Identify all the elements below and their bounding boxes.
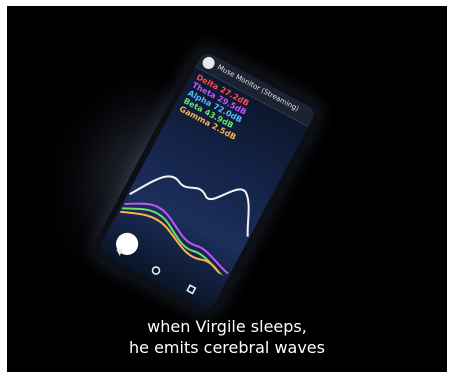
back-icon[interactable] [112, 244, 126, 258]
subtitle-line-1: when Virgile sleeps, [147, 317, 307, 336]
video-area: Muse Monitor (Streaming) Delta 27.2dB Th… [7, 6, 447, 372]
subtitles: when Virgile sleeps, he emits cerebral w… [7, 316, 447, 358]
recent-apps-icon[interactable] [185, 283, 199, 297]
video-frame: Muse Monitor (Streaming) Delta 27.2dB Th… [0, 0, 454, 378]
subtitle-line-2: he emits cerebral waves [129, 338, 325, 357]
app-icon [200, 54, 217, 72]
home-icon[interactable] [149, 264, 163, 278]
